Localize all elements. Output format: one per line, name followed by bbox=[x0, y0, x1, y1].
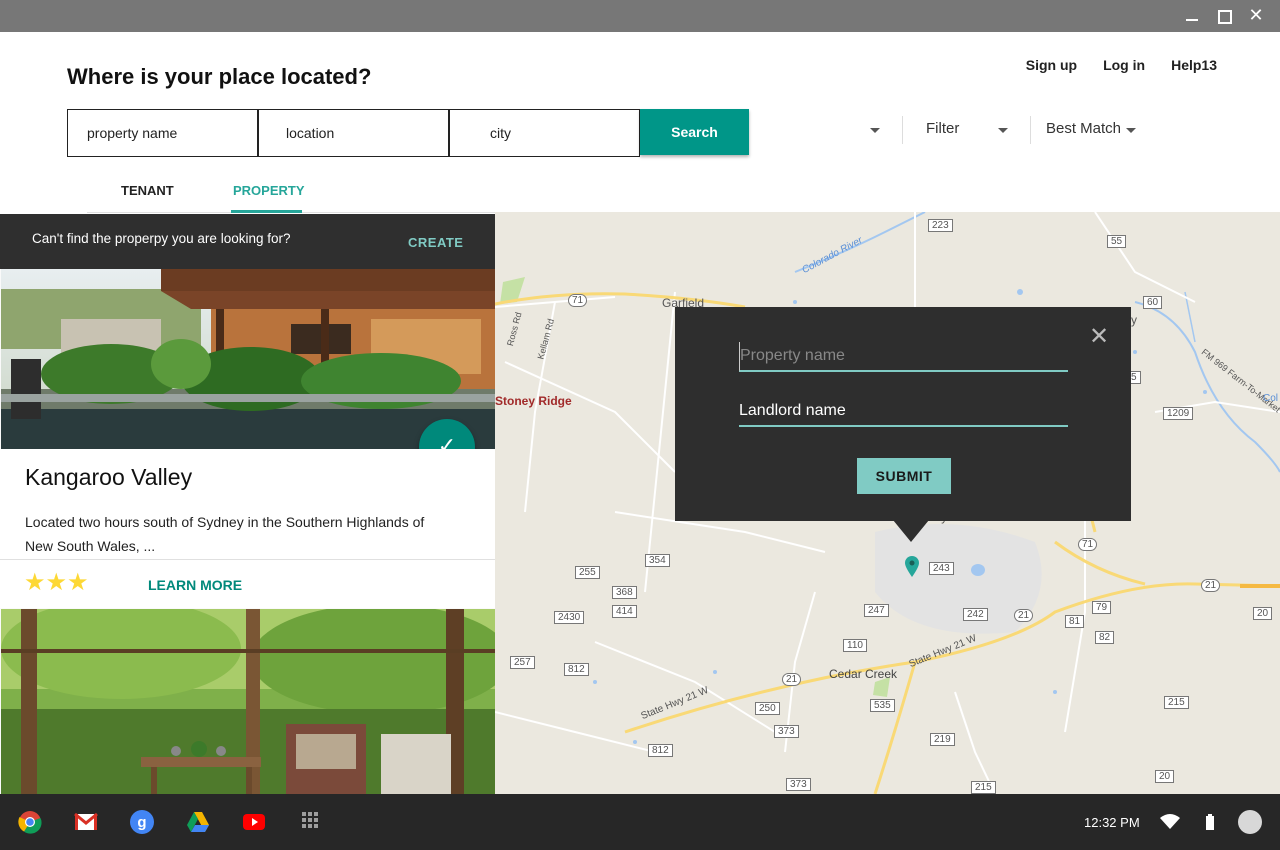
road-shield: 55 bbox=[1107, 235, 1127, 248]
star-rating: ★★★ bbox=[24, 568, 89, 596]
road-shield: 21 bbox=[1201, 579, 1221, 592]
learn-more-link[interactable]: LEARN MORE bbox=[148, 577, 242, 593]
banner-message: Can't find the properpy you are looking … bbox=[32, 231, 291, 246]
road-shield: 79 bbox=[1092, 601, 1112, 614]
road-shield: 21 bbox=[1014, 609, 1034, 622]
property-name-input[interactable]: property name bbox=[67, 109, 258, 157]
property-card: Kangaroo Valley Located two hours south … bbox=[0, 449, 495, 559]
property-photo[interactable] bbox=[1, 609, 495, 794]
google-icon[interactable]: g bbox=[130, 810, 154, 834]
chevron-down-icon[interactable] bbox=[870, 128, 880, 133]
road-shield: 71 bbox=[1078, 538, 1098, 551]
city-input[interactable]: city bbox=[449, 109, 640, 157]
road-shield: 219 bbox=[930, 733, 955, 746]
property-name-field[interactable] bbox=[739, 342, 1068, 372]
road-shield: 60 bbox=[1143, 296, 1163, 309]
card-footer: ★★★ LEARN MORE bbox=[0, 559, 495, 608]
sort-chevron-down-icon[interactable] bbox=[1126, 128, 1136, 133]
divider bbox=[902, 116, 903, 144]
wifi-icon[interactable] bbox=[1160, 814, 1184, 838]
road-shield: 414 bbox=[612, 605, 637, 618]
road-shield: 215 bbox=[1164, 696, 1189, 709]
landlord-name-field[interactable] bbox=[739, 397, 1068, 427]
close-icon[interactable]: ✕ bbox=[1087, 324, 1111, 348]
help-link[interactable]: Help13 bbox=[1171, 57, 1217, 73]
property-photo[interactable] bbox=[1, 269, 495, 449]
road-shield: 354 bbox=[645, 554, 670, 567]
system-clock[interactable]: 12:32 PM bbox=[1084, 815, 1140, 830]
youtube-icon[interactable] bbox=[242, 810, 266, 834]
road-shield: 21 bbox=[782, 673, 802, 686]
road-shield: 247 bbox=[864, 604, 889, 617]
battery-icon[interactable] bbox=[1205, 814, 1229, 838]
create-button[interactable]: CREATE bbox=[408, 235, 463, 250]
divider bbox=[1030, 116, 1031, 144]
road-shield: 215 bbox=[971, 781, 996, 794]
login-link[interactable]: Log in bbox=[1103, 57, 1145, 73]
filter-chevron-down-icon[interactable] bbox=[998, 128, 1008, 133]
filter-dropdown[interactable]: Filter bbox=[926, 120, 959, 137]
road-shield: 250 bbox=[755, 702, 780, 715]
road-shield: 20 bbox=[1253, 607, 1273, 620]
submit-button[interactable]: SUBMIT bbox=[857, 458, 951, 494]
top-nav: Sign up Log in Help13 bbox=[1026, 57, 1217, 73]
road-shield: 373 bbox=[786, 778, 811, 791]
avatar[interactable] bbox=[1238, 810, 1262, 834]
road-shield: 812 bbox=[564, 663, 589, 676]
signup-link[interactable]: Sign up bbox=[1026, 57, 1077, 73]
property-list[interactable]: Can't find the properpy you are looking … bbox=[0, 214, 495, 794]
place-label: Col bbox=[1263, 393, 1279, 404]
road-shield: 81 bbox=[1065, 615, 1085, 628]
road-shield: 368 bbox=[612, 586, 637, 599]
road-shield: 2430 bbox=[554, 611, 585, 624]
card-description: Located two hours south of Sydney in the… bbox=[25, 514, 425, 554]
window-title-bar: ✕ bbox=[0, 0, 1280, 32]
search-button[interactable]: Search bbox=[640, 109, 749, 155]
road-shield: 71 bbox=[568, 294, 588, 307]
road-shield: 243 bbox=[929, 562, 954, 575]
gmail-icon[interactable] bbox=[74, 810, 98, 834]
location-input[interactable]: location bbox=[258, 109, 449, 157]
road-shield: 1209 bbox=[1163, 407, 1194, 420]
chrome-icon[interactable] bbox=[18, 810, 42, 834]
road-shield: 373 bbox=[774, 725, 799, 738]
tab-property[interactable]: PROPERTY bbox=[233, 183, 305, 198]
road-shield: 110 bbox=[843, 639, 867, 652]
place-label: y bbox=[1131, 313, 1137, 327]
drive-icon[interactable] bbox=[186, 810, 210, 834]
close-icon[interactable]: ✕ bbox=[1246, 6, 1266, 26]
minimize-icon[interactable] bbox=[1182, 6, 1202, 26]
svg-text:g: g bbox=[137, 814, 146, 831]
road-shield: 223 bbox=[928, 219, 953, 232]
page-title: Where is your place located? bbox=[67, 64, 372, 89]
road-shield: 82 bbox=[1095, 631, 1115, 644]
taskbar: g 12:32 PM bbox=[0, 794, 1280, 850]
road-shield: 20 bbox=[1155, 770, 1175, 783]
road-shield: 255 bbox=[575, 566, 600, 579]
active-tab-indicator bbox=[231, 210, 302, 213]
place-label: Cedar Creek bbox=[829, 667, 898, 681]
create-banner: Can't find the properpy you are looking … bbox=[0, 214, 495, 269]
place-label: Stoney Ridge bbox=[495, 394, 572, 408]
road-shield: 812 bbox=[648, 744, 673, 757]
road-shield: 257 bbox=[510, 656, 535, 669]
road-shield: 535 bbox=[870, 699, 895, 712]
popup-pointer bbox=[893, 520, 929, 542]
card-title: Kangaroo Valley bbox=[25, 464, 193, 490]
road-shield: 242 bbox=[963, 608, 988, 621]
sort-dropdown[interactable]: Best Match bbox=[1046, 120, 1121, 137]
tab-tenant[interactable]: TENANT bbox=[121, 183, 174, 198]
maximize-icon[interactable] bbox=[1214, 6, 1234, 26]
app-launcher-icon[interactable] bbox=[300, 810, 324, 834]
